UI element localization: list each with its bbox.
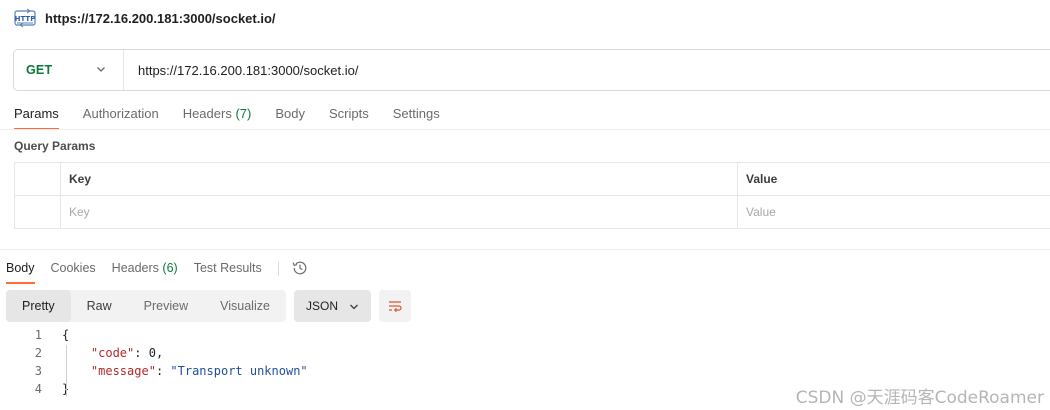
table-row: Key Value <box>14 195 1050 229</box>
wrap-lines-button[interactable] <box>379 290 411 322</box>
tab-test-results[interactable]: Test Results <box>194 260 262 280</box>
view-mode-segmented: Pretty Raw Preview Visualize <box>6 290 286 322</box>
code-line: 2 "code": 0, <box>0 344 308 362</box>
json-key: "code" <box>90 346 135 360</box>
line-number: 3 <box>34 364 42 378</box>
view-pretty-button[interactable]: Pretty <box>6 290 71 322</box>
json-string: "Transport unknown" <box>170 364 308 378</box>
wrap-lines-icon <box>389 301 402 313</box>
tab-authorization[interactable]: Authorization <box>83 105 159 129</box>
json-key: "message" <box>90 364 156 378</box>
tab-response-headers[interactable]: Headers (6) <box>112 260 178 280</box>
line-number: 2 <box>34 346 42 360</box>
line-number: 1 <box>34 328 42 342</box>
checkbox-column-header <box>14 162 61 196</box>
line-number: 4 <box>34 382 42 396</box>
tab-scripts[interactable]: Scripts <box>329 105 369 129</box>
response-body-code[interactable]: 1{ 2 "code": 0, 3 "message": "Transport … <box>0 326 308 398</box>
view-raw-button[interactable]: Raw <box>71 290 128 322</box>
headers-count: (7) <box>235 106 252 121</box>
chevron-down-icon <box>350 304 358 310</box>
view-preview-button[interactable]: Preview <box>128 290 204 322</box>
tab-cookies[interactable]: Cookies <box>51 260 96 280</box>
method-label: GET <box>26 63 53 77</box>
pane-divider[interactable] <box>0 249 1050 250</box>
value-column-header: Value <box>737 162 1050 196</box>
tabs-separator <box>277 261 279 276</box>
query-params-title: Query Params <box>14 139 96 153</box>
response-headers-count: (6) <box>162 261 178 275</box>
watermark: CSDN @天涯码客CodeRoamer <box>795 388 1044 408</box>
format-select[interactable]: JSON <box>294 290 371 322</box>
format-label: JSON <box>306 299 339 313</box>
svg-text:HTTP: HTTP <box>15 15 36 23</box>
request-title-bar: HTTP https://172.16.200.181:3000/socket.… <box>14 6 276 30</box>
response-tabs: Body Cookies Headers (6) Test Results <box>6 258 309 284</box>
chevron-down-icon <box>97 67 105 72</box>
tab-settings[interactable]: Settings <box>393 105 440 129</box>
request-title[interactable]: https://172.16.200.181:3000/socket.io/ <box>45 11 276 26</box>
tab-params[interactable]: Params <box>14 105 59 130</box>
tab-response-body[interactable]: Body <box>6 260 35 284</box>
json-number: 0 <box>148 346 156 360</box>
history-icon[interactable] <box>291 259 309 277</box>
tabs-divider <box>0 129 1050 130</box>
table-header-row: Key Value <box>14 162 1050 196</box>
view-visualize-button[interactable]: Visualize <box>204 290 286 322</box>
row-checkbox-cell <box>14 195 61 229</box>
request-tabs: Params Authorization Headers (7) Body Sc… <box>14 105 464 130</box>
param-key-input[interactable]: Key <box>60 195 738 229</box>
url-bar: GET https://172.16.200.181:3000/socket.i… <box>13 49 1050 91</box>
tab-body[interactable]: Body <box>275 105 305 129</box>
code-line: 1{ <box>0 326 308 344</box>
code-line: 3 "message": "Transport unknown" <box>0 362 308 380</box>
param-value-input[interactable]: Value <box>737 195 1050 229</box>
url-input[interactable]: https://172.16.200.181:3000/socket.io/ <box>124 63 1050 78</box>
method-select[interactable]: GET <box>14 50 124 90</box>
json-brace: { <box>62 328 70 342</box>
code-line: 4} <box>0 380 308 398</box>
http-request-icon: HTTP <box>14 7 36 29</box>
query-params-table: Key Value Key Value <box>14 162 1050 229</box>
tab-headers[interactable]: Headers (7) <box>183 105 252 129</box>
key-column-header: Key <box>60 162 738 196</box>
indent-guide <box>66 345 67 397</box>
